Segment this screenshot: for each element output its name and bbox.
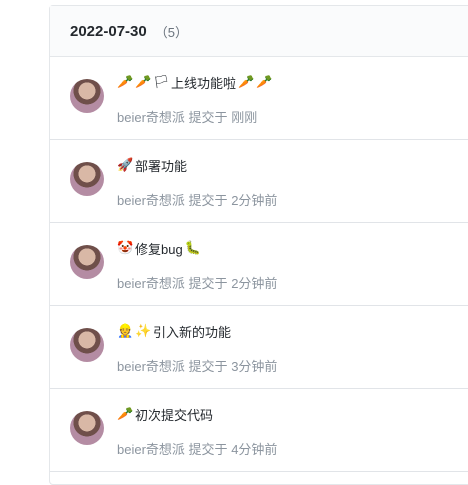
commit-emoji-icon: 👷 — [117, 323, 134, 339]
commit-time: 4分钟前 — [231, 442, 278, 457]
commit-count: （5） — [154, 24, 188, 40]
commit-author[interactable]: beier奇想派 — [117, 442, 185, 457]
commit-emoji-icon: 🤡 — [117, 240, 134, 256]
commit-meta: beier奇想派 提交于 2分钟前 — [117, 190, 277, 209]
author-avatar[interactable] — [70, 79, 104, 113]
commit-author[interactable]: beier奇想派 — [117, 110, 185, 125]
commit-meta: beier奇想派 提交于 刚刚 — [117, 107, 257, 126]
commit-date-header: 2022-07-30 （5） — [50, 6, 468, 57]
commit-item[interactable]: 🚀 部署功能 beier奇想派 提交于 2分钟前 — [50, 140, 468, 223]
commit-history-panel: 2022-07-30 （5） 🥕 🥕 🏳 上线功能啦 🥕 🥕 beier奇想派 提交于 刚刚… — [49, 5, 468, 485]
commit-message-text[interactable]: 上线功能啦 — [171, 73, 236, 92]
commit-item[interactable]: 👷 ✨ 引入新的功能 beier奇想派 提交于 3分钟前 — [50, 306, 468, 389]
author-avatar[interactable] — [70, 245, 104, 279]
commit-message[interactable]: 🤡 修复bug 🐛 — [117, 239, 201, 258]
commit-meta: beier奇想派 提交于 2分钟前 — [117, 273, 277, 292]
commit-item[interactable]: 🤡 修复bug 🐛 beier奇想派 提交于 2分钟前 — [50, 223, 468, 306]
commit-meta: beier奇想派 提交于 4分钟前 — [117, 439, 277, 458]
commit-message-text[interactable]: 部署功能 — [135, 156, 187, 175]
commit-time: 3分钟前 — [231, 359, 278, 374]
author-avatar[interactable] — [70, 328, 104, 362]
author-avatar[interactable] — [70, 162, 104, 196]
commit-emoji-icon: 🚀 — [117, 157, 134, 173]
commit-emoji-icon: 🥕 — [256, 74, 273, 90]
commit-action-label: 提交于 — [188, 193, 228, 208]
commit-emoji-icon: 🥕 — [238, 74, 255, 90]
commit-action-label: 提交于 — [188, 276, 228, 291]
commit-action-label: 提交于 — [188, 359, 228, 374]
commit-message[interactable]: 🚀 部署功能 — [117, 156, 187, 175]
commit-emoji-icon: ✨ — [135, 323, 152, 339]
commit-time: 2分钟前 — [231, 276, 278, 291]
commit-emoji-icon: 🏳 — [153, 74, 170, 90]
commit-emoji-icon: 🥕 — [135, 74, 152, 90]
commit-message[interactable]: 👷 ✨ 引入新的功能 — [117, 322, 231, 341]
commit-item[interactable]: 🥕 🥕 🏳 上线功能啦 🥕 🥕 beier奇想派 提交于 刚刚 — [50, 57, 468, 140]
commit-author[interactable]: beier奇想派 — [117, 193, 185, 208]
commit-action-label: 提交于 — [188, 442, 228, 457]
commit-time: 2分钟前 — [231, 193, 278, 208]
commit-meta: beier奇想派 提交于 3分钟前 — [117, 356, 277, 375]
commit-message-text[interactable]: 修复bug — [135, 239, 183, 258]
commit-message-text[interactable]: 初次提交代码 — [135, 405, 213, 424]
commit-item[interactable]: 🥕 初次提交代码 beier奇想派 提交于 4分钟前 — [50, 389, 468, 472]
commit-emoji-icon: 🐛 — [184, 240, 201, 256]
commit-author[interactable]: beier奇想派 — [117, 276, 185, 291]
commit-message-text[interactable]: 引入新的功能 — [153, 322, 231, 341]
commit-action-label: 提交于 — [188, 110, 228, 125]
commit-emoji-icon: 🥕 — [117, 74, 134, 90]
commit-time: 刚刚 — [231, 110, 258, 125]
commit-message[interactable]: 🥕 初次提交代码 — [117, 405, 213, 424]
commit-emoji-icon: 🥕 — [117, 406, 134, 422]
commit-list: 🥕 🥕 🏳 上线功能啦 🥕 🥕 beier奇想派 提交于 刚刚 🚀 部署功能 beier奇想派 提… — [50, 57, 468, 472]
commit-message[interactable]: 🥕 🥕 🏳 上线功能啦 🥕 🥕 — [117, 73, 272, 92]
commit-date: 2022-07-30 — [70, 22, 147, 40]
commit-author[interactable]: beier奇想派 — [117, 359, 185, 374]
author-avatar[interactable] — [70, 411, 104, 445]
